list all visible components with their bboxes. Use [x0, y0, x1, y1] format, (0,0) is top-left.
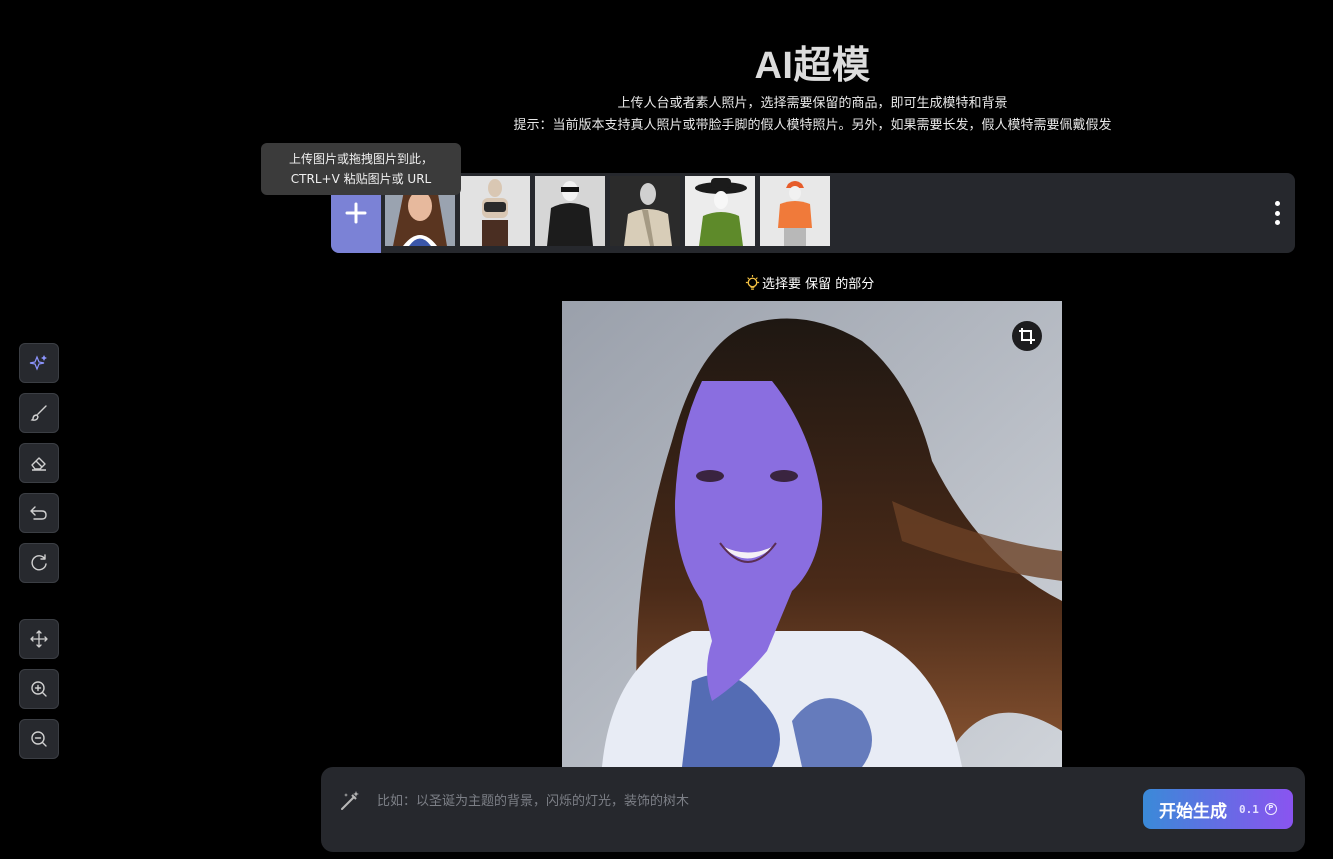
crop-button[interactable] — [1012, 321, 1042, 351]
crop-icon — [1019, 328, 1035, 344]
move-icon — [30, 630, 48, 648]
lightbulb-icon — [745, 274, 760, 290]
zoom-out-icon — [31, 731, 47, 747]
magic-wand-icon — [341, 791, 359, 810]
page-subtitle: 上传人台或者素人照片，选择需要保留的商品，即可生成模特和背景 — [617, 96, 1008, 111]
auto-select-icon — [29, 355, 47, 371]
eraser-icon — [31, 457, 46, 471]
brush-icon — [30, 405, 47, 421]
generate-cost: 0.1 — [1239, 802, 1259, 816]
thumbnail-mannequin-sunglasses[interactable] — [535, 176, 605, 246]
move-button[interactable] — [19, 619, 59, 659]
undo-button[interactable] — [19, 493, 59, 533]
upload-tooltip-line2: CTRL+V 粘贴图片或 URL — [290, 172, 432, 186]
thumbnail-mannequin-cowboy-hat[interactable] — [685, 176, 755, 246]
thumbnail-image — [610, 176, 680, 246]
credit-coin-icon: P — [1264, 803, 1277, 815]
brush-button[interactable] — [19, 393, 59, 433]
prompt-input[interactable] — [377, 791, 1117, 811]
page-tip: 提示：当前版本支持真人照片或带脸手脚的假人模特照片。另外，如果需要长发，假人模特… — [513, 118, 1112, 133]
page-title: AI超模 — [754, 45, 871, 87]
upload-tooltip-line1: 上传图片或拖拽图片到此， — [288, 152, 433, 166]
image-strip — [331, 173, 1295, 253]
thumbnail-image — [685, 176, 755, 246]
thumbnail-image — [760, 176, 830, 246]
thumbnail-mannequin-coat[interactable] — [610, 176, 680, 246]
generate-label: 开始生成 — [1159, 801, 1227, 822]
zoom-in-button[interactable] — [19, 669, 59, 709]
redo-icon — [31, 554, 47, 571]
thumbnail-image — [460, 176, 530, 246]
thumbnail-mannequin-orange-cap[interactable] — [760, 176, 830, 246]
eraser-button[interactable] — [19, 443, 59, 483]
thumbnail-image — [535, 176, 605, 246]
plus-icon — [345, 202, 367, 224]
auto-select-button[interactable] — [19, 343, 59, 383]
undo-icon — [30, 506, 47, 520]
select-keep-hint: 选择要 保留 的部分 — [744, 272, 874, 292]
thumbnail-bald-mannequin[interactable] — [460, 176, 530, 246]
more-options-icon[interactable] — [1271, 201, 1283, 225]
generate-button[interactable]: 开始生成 0.1 P — [1143, 789, 1293, 829]
upload-tooltip: 上传图片或拖拽图片到此， CTRL+V 粘贴图片或 URL — [261, 143, 461, 195]
zoom-in-icon — [31, 681, 47, 697]
edit-canvas[interactable] — [562, 301, 1062, 767]
portrait-image — [562, 301, 1062, 767]
redo-button[interactable] — [19, 543, 59, 583]
zoom-out-button[interactable] — [19, 719, 59, 759]
prompt-bar: 开始生成 0.1 P — [321, 767, 1305, 852]
hint-text: 选择要 保留 的部分 — [762, 276, 875, 292]
